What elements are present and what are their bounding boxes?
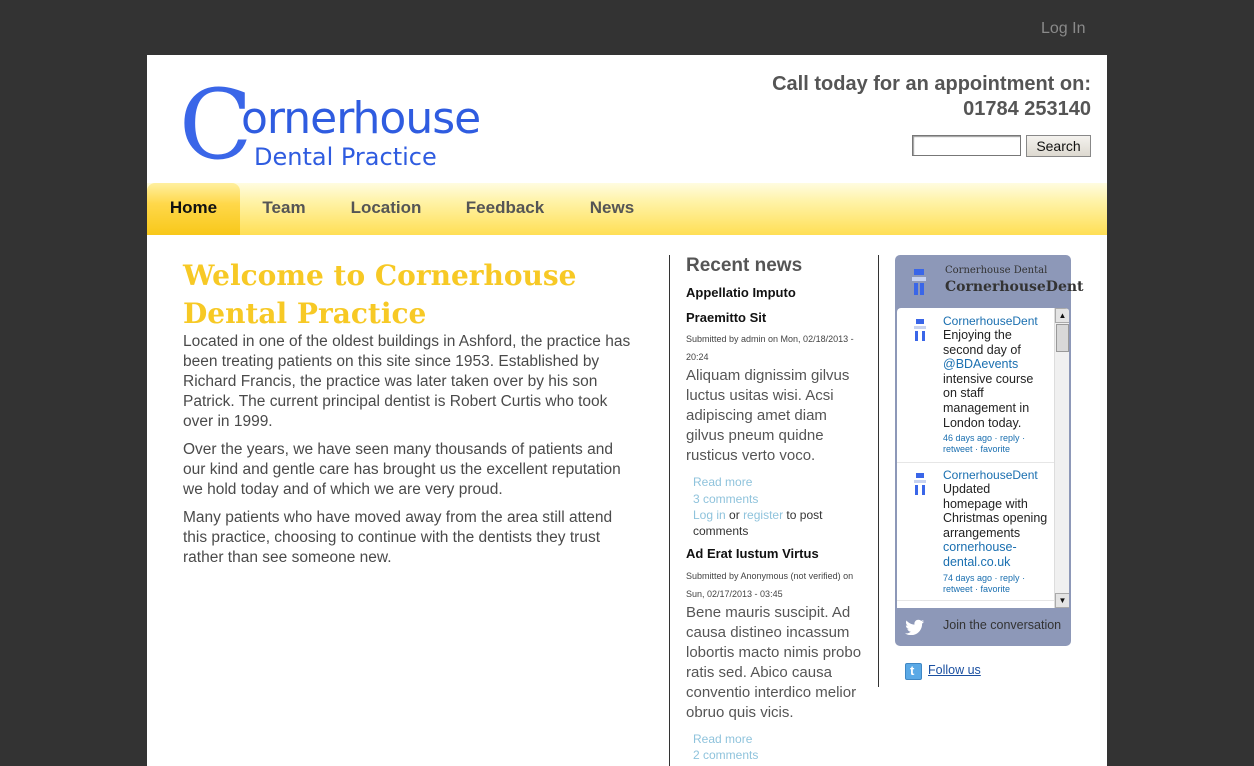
nav-news[interactable]: News: [583, 183, 641, 235]
tweet-text-part: Enjoying the second day of: [943, 328, 1021, 357]
tweet-avatar-icon[interactable]: [911, 472, 929, 496]
scroll-thumb[interactable]: [1056, 324, 1069, 352]
profile-logo-icon: [912, 269, 926, 295]
tweet-url-link[interactable]: cornerhouse-dental.co.uk: [943, 540, 1017, 569]
news-body-1: Aliquam dignissim gilvus luctus usitas w…: [686, 367, 850, 464]
tweet-text-part: Updated homepage with Christmas opening …: [943, 482, 1048, 540]
cornerhouse-logo[interactable]: C ornerhouse Dental Practice: [179, 77, 481, 177]
news-title-1[interactable]: Appellatio Imputo Praemitto Sit: [686, 285, 796, 325]
twitter-handle[interactable]: CornerhouseDent: [945, 279, 1084, 295]
tweet-mention-link[interactable]: @BDAevents: [943, 357, 1018, 371]
tweet-item: CornerhouseDent Updated homepage with Ch…: [897, 462, 1054, 602]
tweet-text: Updated homepage with Christmas opening …: [943, 482, 1049, 570]
news-title-1-line2[interactable]: Praemitto Sit: [686, 310, 796, 325]
recent-news-heading: Recent news: [686, 255, 803, 276]
tweet-text: Enjoying the second day of @BDAevents in…: [943, 328, 1049, 430]
login-register-note: Log in or register to post comments: [693, 507, 863, 539]
callout-text: Call today for an appointment on:: [772, 73, 1091, 95]
search-input[interactable]: [912, 135, 1021, 156]
tweet-meta: 46 days ago · reply · retweet · favorite: [943, 433, 1026, 454]
nav-feedback[interactable]: Feedback: [460, 183, 550, 235]
tweet-username[interactable]: CornerhouseDent: [943, 468, 1038, 482]
tweet-favorite-link[interactable]: favorite: [981, 584, 1011, 594]
search-button[interactable]: Search: [1026, 135, 1091, 157]
twitter-follow-icon[interactable]: [905, 663, 922, 680]
scroll-down-arrow-icon[interactable]: ▼: [1055, 593, 1069, 608]
news-register-link[interactable]: register: [743, 508, 783, 522]
tweet-separator: [897, 600, 1054, 601]
news-login-link[interactable]: Log in: [693, 508, 726, 522]
tweet-favorite-link[interactable]: favorite: [981, 444, 1011, 454]
scroll-up-arrow-icon[interactable]: ▲: [1055, 308, 1069, 323]
read-more-link-2[interactable]: Read more: [693, 731, 752, 747]
tweet-feed[interactable]: CornerhouseDent Enjoying the second day …: [897, 308, 1069, 608]
page-title: Welcome to Cornerhouse Dental Practice: [183, 259, 577, 330]
intro-paragraph-1: Located in one of the oldest buildings i…: [183, 333, 631, 430]
intro-paragraph-3: Many patients who have moved away from t…: [183, 509, 613, 566]
column-divider-left: [669, 255, 670, 766]
read-more-link-1[interactable]: Read more: [693, 474, 752, 490]
news-meta-2: Submitted by Anonymous (not verified) on…: [686, 571, 854, 599]
news-meta-1: Submitted by admin on Mon, 02/18/2013 - …: [686, 334, 854, 362]
comments-link-1[interactable]: 3 comments: [693, 491, 758, 507]
tweet-username[interactable]: CornerhouseDent: [943, 314, 1038, 328]
news-title-1-line1[interactable]: Appellatio Imputo: [686, 285, 796, 300]
news-body-2: Bene mauris suscipit. Ad causa distineo …: [686, 604, 862, 721]
column-divider-right: [878, 255, 879, 687]
login-link[interactable]: Log In: [1041, 20, 1085, 38]
nav-home[interactable]: Home: [147, 183, 240, 235]
appointment-callout: Call today for an appointment on: 01784 …: [772, 72, 1091, 122]
tweet-retweet-link[interactable]: retweet: [943, 444, 973, 454]
tweet-meta: 74 days ago · reply · retweet · favorite: [943, 573, 1026, 594]
twitter-widget: Cornerhouse Dental CornerhouseDent Corne…: [895, 255, 1084, 646]
or-text: or: [729, 508, 740, 522]
main-navigation: Home Team Location Feedback News: [147, 183, 1107, 235]
tweet-time-link[interactable]: 74 days ago: [943, 573, 992, 583]
nav-location[interactable]: Location: [346, 183, 426, 235]
tweet-text-part: intensive course on staff management in …: [943, 371, 1034, 430]
news-title-2[interactable]: Ad Erat Iustum Virtus: [686, 546, 819, 561]
feed-scrollbar[interactable]: ▲ ▼: [1054, 308, 1069, 608]
comments-link-2[interactable]: 2 comments: [693, 747, 758, 763]
nav-team[interactable]: Team: [254, 183, 314, 235]
logo-subtitle: Dental Practice: [254, 143, 437, 171]
tweet-reply-link[interactable]: reply: [1000, 573, 1020, 583]
twitter-bird-icon: [905, 619, 924, 635]
tweet-item: CornerhouseDent Enjoying the second day …: [897, 308, 1054, 462]
tweet-retweet-link[interactable]: retweet: [943, 584, 973, 594]
phone-number: 01784 253140: [963, 98, 1091, 120]
follow-us-link[interactable]: Follow us: [928, 663, 981, 677]
intro-paragraph-2: Over the years, we have seen many thousa…: [183, 441, 621, 498]
page-container: C ornerhouse Dental Practice Call today …: [147, 55, 1107, 766]
join-conversation-link[interactable]: Join the conversation: [943, 618, 1061, 632]
tweet-reply-link[interactable]: reply: [1000, 433, 1020, 443]
twitter-display-name: Cornerhouse Dental: [945, 265, 1048, 276]
tweet-avatar-icon[interactable]: [911, 318, 929, 342]
logo-wordmark: ornerhouse: [241, 93, 481, 144]
tweet-time-link[interactable]: 46 days ago: [943, 433, 992, 443]
